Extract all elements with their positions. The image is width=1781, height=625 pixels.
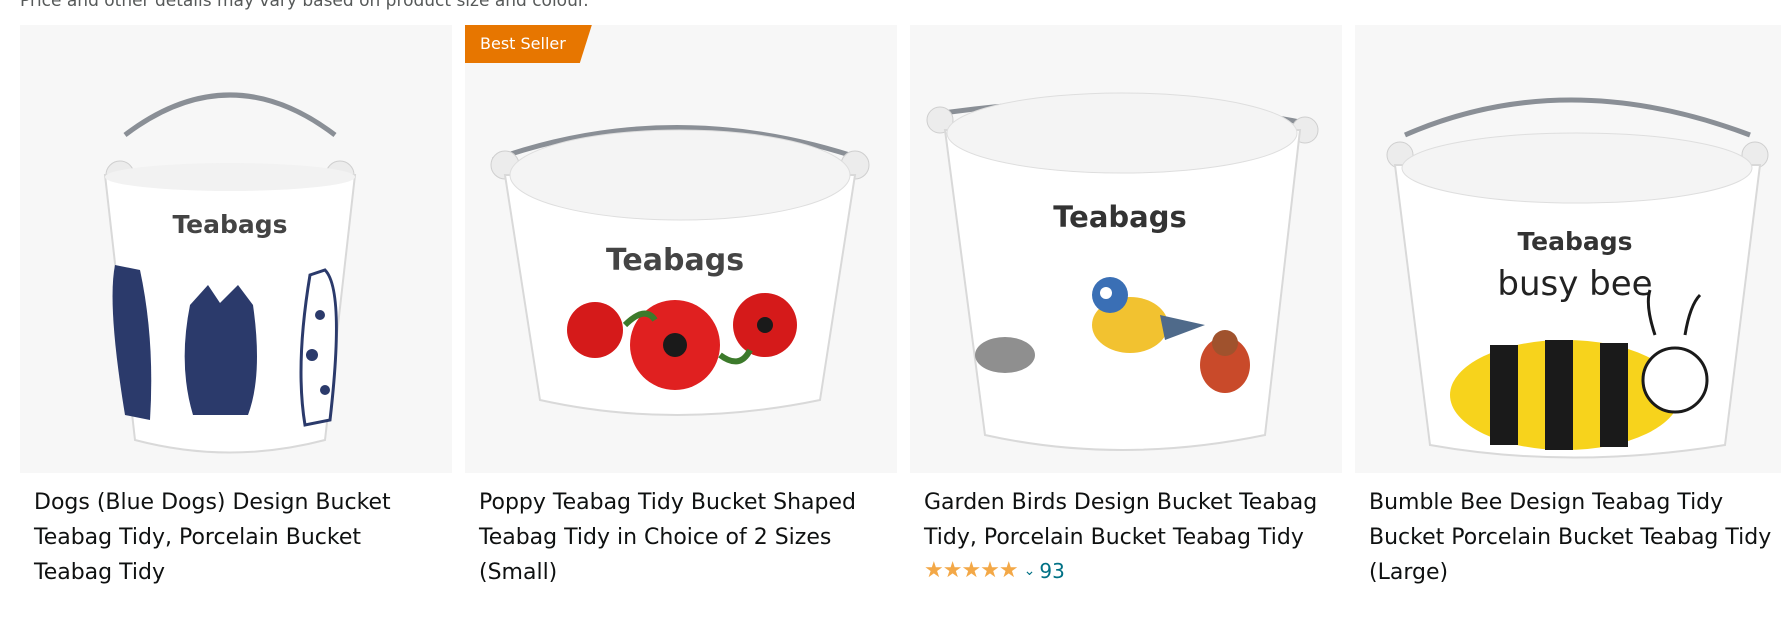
size-colour-disclaimer: Price and other details may vary based o…: [20, 0, 589, 11]
product-title-bumble-bee[interactable]: Bumble Bee Design Teabag Tidy Bucket Por…: [1369, 485, 1773, 590]
garden-birds-bucket-illustration: Teabags: [926, 92, 1319, 451]
product-title-poppy[interactable]: Poppy Teabag Tidy Bucket Shaped Teabag T…: [479, 485, 883, 590]
review-count-link[interactable]: 93: [1039, 559, 1064, 583]
product-title-garden-birds[interactable]: Garden Birds Design Bucket Teabag Tidy, …: [924, 485, 1328, 555]
product-card-bumble-bee[interactable]: Teabags busy bee Bumble Bee Design Teaba…: [1355, 25, 1781, 625]
bucket-slogan-text: busy bee: [1497, 264, 1652, 304]
product-image-poppy[interactable]: Teabags: [465, 25, 897, 473]
dogs-bucket-illustration: Teabags: [103, 92, 357, 454]
product-card-dogs[interactable]: Teabags Dogs (Blue Dogs) Design Bucket T…: [20, 25, 452, 625]
product-card-garden-birds[interactable]: Teabags Garden Birds Design Bucket Teaba…: [910, 25, 1342, 625]
poppy-bucket-illustration: Teabags: [490, 125, 870, 416]
bucket-label-text: Teabags: [172, 210, 287, 239]
bucket-label-text: Teabags: [1517, 227, 1632, 256]
product-image-dogs[interactable]: Teabags: [20, 25, 452, 473]
product-image-bumble-bee[interactable]: Teabags busy bee: [1355, 25, 1781, 473]
product-grid: Teabags Dogs (Blue Dogs) Design Bucket T…: [20, 25, 1781, 625]
bumble-bee-bucket-illustration: Teabags busy bee: [1386, 97, 1769, 459]
bucket-label-text: Teabags: [606, 243, 744, 278]
product-card-poppy[interactable]: Best Seller Teabags Poppy Teabag Tidy Bu…: [465, 25, 897, 625]
product-image-garden-birds[interactable]: Teabags: [910, 25, 1342, 473]
best-seller-badge: Best Seller: [465, 25, 592, 63]
chevron-down-icon[interactable]: ⌄: [1024, 563, 1036, 579]
rating-row[interactable]: ★★★★★ ⌄ 93: [924, 559, 1328, 584]
bucket-label-text: Teabags: [1053, 200, 1187, 234]
product-title-dogs[interactable]: Dogs (Blue Dogs) Design Bucket Teabag Ti…: [34, 485, 438, 590]
star-rating-icon[interactable]: ★★★★★: [924, 559, 1019, 583]
